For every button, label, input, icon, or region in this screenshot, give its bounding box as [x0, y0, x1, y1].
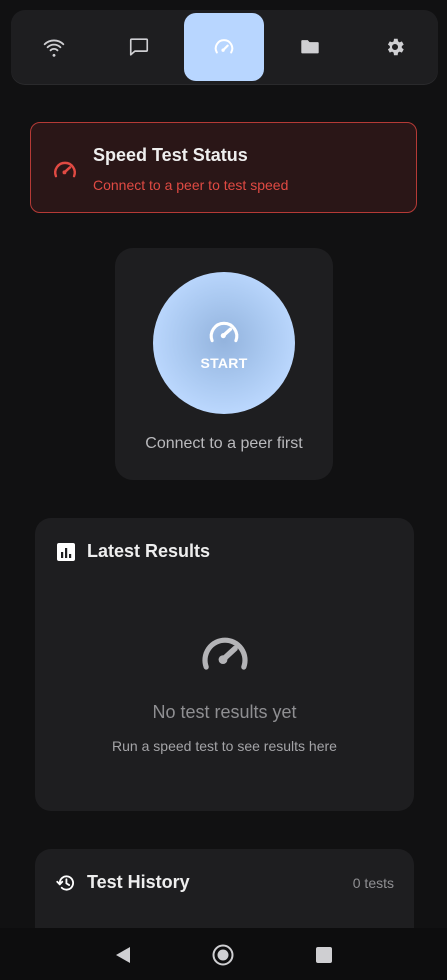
top-tab-bar [11, 10, 438, 84]
bar-chart-icon [57, 543, 75, 561]
wifi-icon [43, 39, 64, 57]
recents-icon[interactable] [313, 944, 335, 966]
start-button[interactable]: START [153, 272, 295, 414]
tab-speed-test[interactable] [184, 13, 265, 81]
gear-icon [388, 38, 404, 56]
history-title: Test History [87, 872, 190, 892]
history-icon [56, 875, 74, 891]
start-hint: Connect to a peer first [145, 435, 303, 452]
speed-test-status-card: Speed Test Status Connect to a peer to t… [30, 122, 417, 213]
empty-results-subtitle: Run a speed test to see results here [112, 738, 337, 754]
home-icon[interactable] [212, 944, 234, 966]
history-count: 0 tests [352, 875, 394, 891]
tab-settings[interactable] [355, 13, 435, 81]
status-message: Connect to a peer to test speed [93, 177, 289, 193]
latest-results-card: Latest Results No test results yet Run a… [35, 518, 414, 811]
speedometer-icon [54, 161, 76, 178]
chat-icon [130, 38, 149, 56]
speedometer-icon [215, 39, 234, 54]
speedometer-icon [209, 321, 239, 343]
start-test-card: START Connect to a peer first [115, 248, 333, 480]
start-button-label: START [200, 355, 248, 371]
tab-chat[interactable] [99, 13, 179, 81]
tab-files[interactable] [270, 13, 350, 81]
tab-wifi[interactable] [14, 13, 94, 81]
system-nav-bar [0, 928, 447, 980]
status-title: Speed Test Status [93, 145, 248, 165]
back-icon[interactable] [112, 944, 134, 966]
speedometer-icon [202, 637, 248, 670]
empty-results-title: No test results yet [152, 702, 297, 722]
results-title: Latest Results [87, 541, 211, 561]
folder-icon [301, 40, 319, 54]
